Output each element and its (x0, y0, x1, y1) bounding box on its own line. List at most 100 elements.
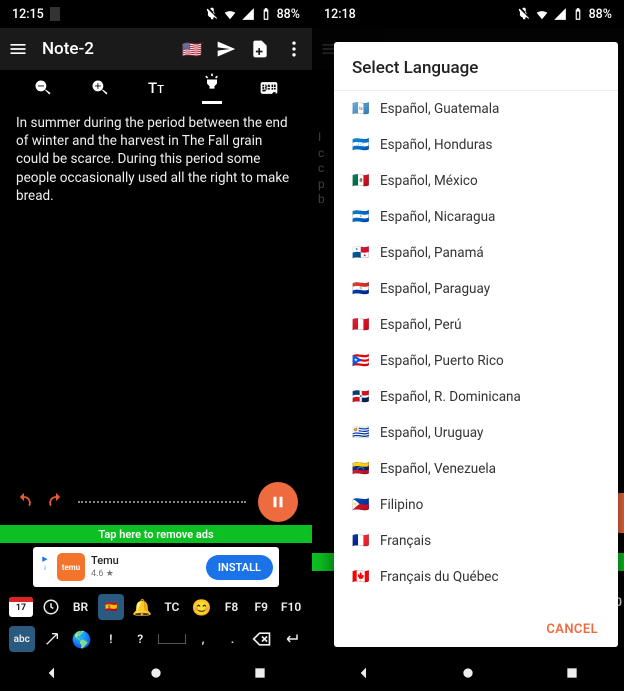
language-list[interactable]: 🇬🇹 Español, Guatemala 🇭🇳 Español, Honduras 🇲… (334, 91, 618, 612)
period-key[interactable]: . (220, 626, 244, 652)
flag-icon: 🇵🇭 (352, 497, 370, 513)
comma-key[interactable]: , (191, 626, 215, 652)
arrow-key[interactable] (40, 626, 64, 652)
signal-icon (553, 7, 567, 21)
text-format-icon[interactable]: Tᴛ (148, 79, 164, 97)
battery-icon (259, 7, 273, 21)
language-name: Español, Paraguay (380, 281, 490, 297)
language-name: Filipino (380, 497, 423, 513)
status-notif-icon (50, 7, 60, 21)
nav-home-icon[interactable] (460, 665, 476, 681)
flag-icon: 🇵🇪 (352, 317, 370, 333)
zoom-out-icon[interactable] (33, 78, 53, 98)
status-time: 12:15 (12, 7, 44, 22)
pause-button[interactable] (258, 482, 298, 522)
language-name: Español, R. Dominicana (380, 389, 521, 405)
mute-icon (205, 7, 219, 21)
language-item[interactable]: 🇩🇴 Español, R. Dominicana (334, 379, 618, 415)
dialog-title: Select Language (334, 42, 618, 91)
space-key[interactable] (158, 634, 186, 644)
redo-icon[interactable] (46, 492, 66, 512)
app-bar: Note-2 🇺🇸 (0, 28, 312, 70)
flag-key[interactable]: 🇪🇸 (98, 594, 124, 620)
f9-key[interactable]: F9 (249, 594, 273, 620)
language-item[interactable]: 🇵🇦Español, Panamá (334, 235, 618, 271)
flag-icon: 🇵🇷 (352, 353, 370, 369)
flag-icon: 🇲🇽 (352, 173, 370, 189)
ad-install-button[interactable]: INSTALL (206, 555, 273, 580)
note-text: In summer during the period between the … (16, 115, 289, 204)
undo-icon[interactable] (14, 492, 34, 512)
overflow-icon[interactable] (284, 39, 304, 59)
flag-icon: 🇭🇳 (352, 137, 370, 153)
language-name: Español, Nicaragua (380, 209, 495, 225)
calendar-key[interactable] (9, 597, 33, 617)
language-item[interactable]: 🇫🇷Français (334, 523, 618, 559)
flag-icon: 🇩🇴 (352, 389, 370, 405)
wifi-icon (223, 7, 237, 21)
note-title: Note-2 (42, 39, 168, 59)
language-name: Français du Québec (380, 569, 499, 585)
language-name: Español, Puerto Rico (380, 353, 504, 369)
f8-key[interactable]: F8 (219, 594, 243, 620)
language-item[interactable]: 🇵🇭 Filipino (334, 487, 618, 523)
language-item[interactable]: 🇳🇮 Español, Nicaragua (334, 199, 618, 235)
language-name: Español, Guatemala (380, 101, 499, 117)
tc-key[interactable]: TC (160, 594, 184, 620)
language-item[interactable]: 🇭🇳 Español, Honduras (334, 127, 618, 163)
flag-icon: 🇳🇮 (352, 209, 370, 225)
language-name: Español, Panamá (380, 245, 484, 261)
send-icon[interactable] (216, 39, 236, 59)
language-item[interactable]: 🇵🇾Español, Paraguay (334, 271, 618, 307)
nav-back-icon[interactable] (44, 665, 60, 681)
emoji-key[interactable]: 😊 (190, 594, 214, 620)
ad-container[interactable]: ▶i temu Temu4.6 ★ INSTALL (0, 543, 312, 591)
language-name: Français (380, 533, 431, 549)
cancel-button[interactable]: CANCEL (546, 622, 598, 637)
mute-icon (517, 7, 531, 21)
language-item[interactable]: 🇲🇽Español, México (334, 163, 618, 199)
battery-pct: 88% (277, 7, 300, 22)
record-controls (0, 479, 312, 525)
language-item[interactable]: 🇨🇦Français du Québec (334, 559, 618, 595)
br-key[interactable]: BR (68, 594, 92, 620)
bell-key[interactable]: 🔔 (130, 594, 154, 620)
language-item[interactable]: 🇵🇷 Español, Puerto Rico (334, 343, 618, 379)
backspace-key[interactable] (250, 626, 274, 652)
keyboard-icon[interactable] (259, 78, 279, 98)
language-item[interactable]: 🇻🇪Español, Venezuela (334, 451, 618, 487)
f10-key[interactable]: F10 (279, 594, 303, 620)
language-item[interactable]: 🇺🇾 Español, Uruguay (334, 415, 618, 451)
screen-left: 12:15 88% Note-2 🇺🇸 Tᴛ In summer during … (0, 0, 312, 691)
language-item[interactable]: 🇬🇹 Español, Guatemala (334, 91, 618, 127)
language-dialog: Select Language 🇬🇹 Español, Guatemala 🇭🇳 Es… (334, 42, 618, 647)
nav-home-icon[interactable] (148, 665, 164, 681)
add-note-icon[interactable] (250, 39, 270, 59)
nav-back-icon[interactable] (356, 665, 372, 681)
nav-recent-icon[interactable] (564, 665, 580, 681)
flag-icon: 🇺🇾 (352, 425, 370, 441)
flag-icon: 🇬🇹 (352, 101, 370, 117)
abc-key[interactable]: abc (9, 626, 35, 652)
audio-timeline[interactable] (78, 501, 246, 503)
nav-bar (312, 655, 624, 691)
language-name: Español, Honduras (380, 137, 492, 153)
keyboard: BR 🇪🇸 🔔 TC 😊 F8 F9 F10 abc 🌎 ! ? , . (0, 591, 312, 655)
highlight-icon[interactable] (202, 72, 222, 104)
language-flag[interactable]: 🇺🇸 (182, 40, 202, 59)
globe-key[interactable]: 🌎 (69, 626, 93, 652)
language-item[interactable]: 🇵🇪Español, Perú (334, 307, 618, 343)
note-body[interactable]: In summer during the period between the … (0, 106, 312, 525)
question-key[interactable]: ? (128, 626, 152, 652)
flag-icon: 🇻🇪 (352, 461, 370, 477)
language-name: Español, Uruguay (380, 425, 483, 441)
remove-ads-banner[interactable]: Tap here to remove ads (0, 525, 312, 543)
nav-recent-icon[interactable] (252, 665, 268, 681)
zoom-in-icon[interactable] (90, 78, 110, 98)
exclaim-key[interactable]: ! (99, 626, 123, 652)
clock-key[interactable] (39, 594, 63, 620)
status-bar: 12:15 88% (0, 0, 312, 28)
status-bar: 12:18 88% (312, 0, 624, 28)
enter-key[interactable] (279, 626, 303, 652)
menu-icon[interactable] (8, 39, 28, 59)
